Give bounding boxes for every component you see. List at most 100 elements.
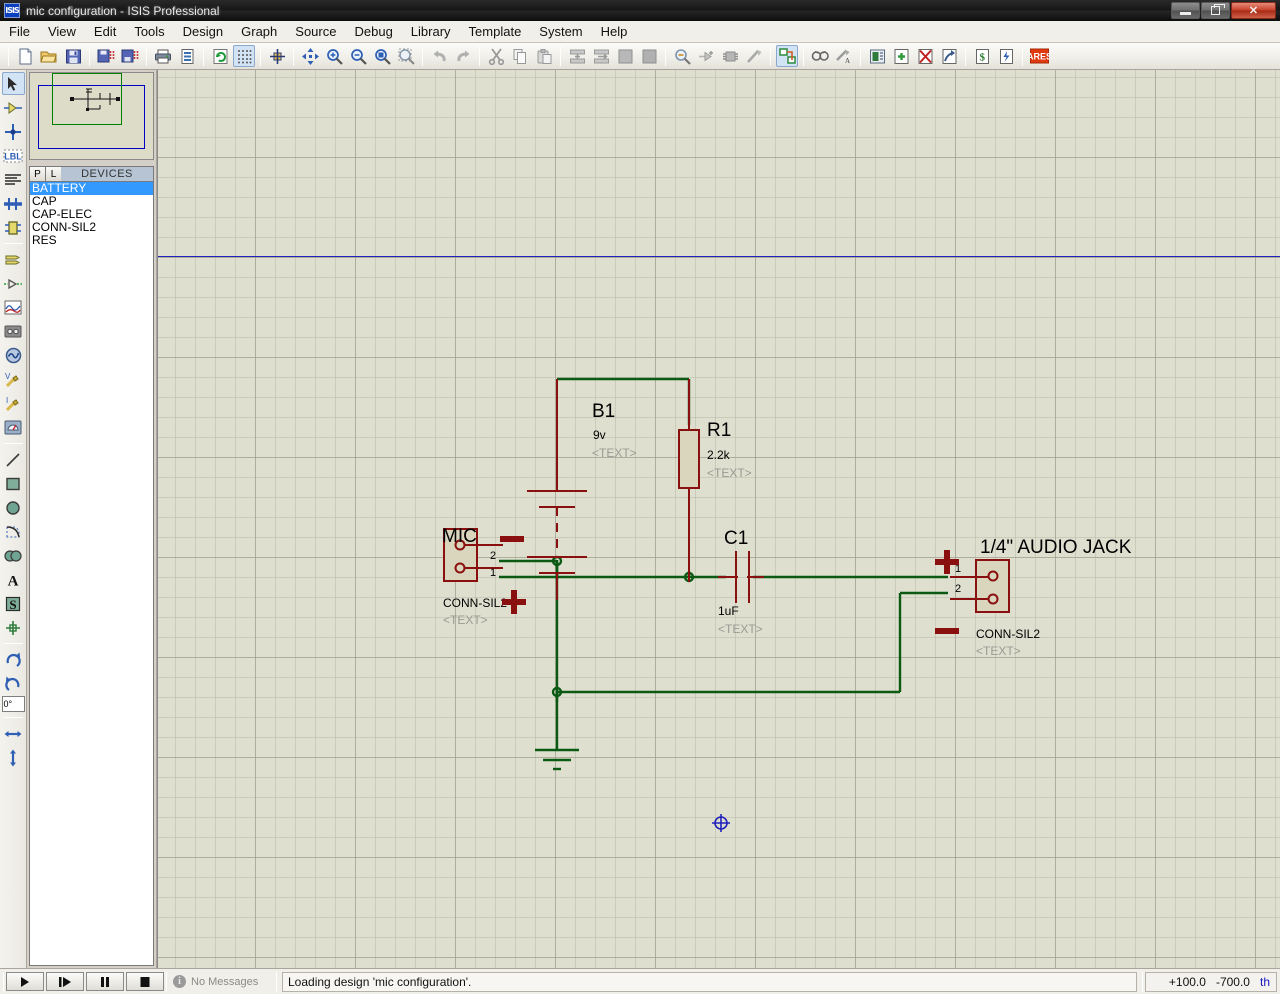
save-design-icon[interactable] — [62, 45, 84, 67]
property-assign-icon[interactable]: A — [833, 45, 855, 67]
selection-mode-icon[interactable] — [1, 72, 25, 95]
device-list[interactable]: BATTERY CAP CAP-ELEC CONN-SIL2 RES — [29, 182, 154, 966]
zoom-area-icon[interactable] — [395, 45, 417, 67]
component-resistor-r1[interactable]: R1 2.2k <TEXT> — [678, 379, 752, 582]
ground-symbol[interactable] — [535, 748, 579, 771]
pause-button[interactable] — [86, 972, 124, 991]
jack-ref-label[interactable]: 1/4" AUDIO JACK — [980, 537, 1132, 558]
menu-edit[interactable]: Edit — [85, 22, 125, 41]
new-sheet-icon[interactable] — [890, 45, 912, 67]
graph-mode-icon[interactable] — [2, 296, 25, 319]
print-icon[interactable] — [152, 45, 174, 67]
2d-closed-path-icon[interactable] — [2, 544, 25, 567]
schematic-canvas[interactable]: B1 9v <TEXT> R1 2.2k <TEXT> MIC 2 1 CONN… — [157, 70, 1280, 968]
schematic-drawing[interactable]: B1 9v <TEXT> R1 2.2k <TEXT> MIC 2 1 CONN… — [158, 70, 1280, 968]
buses-mode-icon[interactable] — [2, 192, 25, 215]
refresh-icon[interactable] — [209, 45, 231, 67]
maximize-restore-button[interactable] — [1201, 2, 1230, 19]
mic-plus-marker[interactable] — [502, 590, 526, 614]
import-section-icon[interactable] — [95, 45, 117, 67]
2d-line-icon[interactable] — [2, 448, 25, 471]
new-design-icon[interactable] — [14, 45, 36, 67]
jack-value-label[interactable]: CONN-SIL2 — [976, 627, 1040, 641]
pick-device-icon[interactable] — [671, 45, 693, 67]
jack-pad-1[interactable] — [987, 570, 999, 582]
device-list-item[interactable]: RES — [30, 234, 153, 247]
component-mode-icon[interactable] — [2, 96, 25, 119]
wire-autorouter-icon[interactable] — [776, 45, 798, 67]
objects-selector-library-tab[interactable]: L — [45, 166, 61, 182]
2d-text-icon[interactable]: A — [2, 568, 25, 591]
resistor-ref-label[interactable]: R1 — [707, 420, 731, 441]
zoom-all-icon[interactable] — [371, 45, 393, 67]
packaging-tool-icon[interactable] — [719, 45, 741, 67]
zoom-in-icon[interactable] — [323, 45, 345, 67]
block-move-icon[interactable] — [590, 45, 612, 67]
capacitor-text-label[interactable]: <TEXT> — [718, 622, 763, 636]
resistor-text-label[interactable]: <TEXT> — [707, 466, 752, 480]
menu-tools[interactable]: Tools — [125, 22, 173, 41]
ares-netlist-icon[interactable]: ARES — [1028, 45, 1050, 67]
minimize-button[interactable] — [1171, 2, 1200, 19]
print-area-icon[interactable] — [176, 45, 198, 67]
virtual-instruments-mode-icon[interactable] — [2, 416, 25, 439]
terminals-mode-icon[interactable] — [2, 248, 25, 271]
paste-icon[interactable] — [533, 45, 555, 67]
mirror-vertical-icon[interactable] — [2, 746, 25, 769]
2d-circle-icon[interactable] — [2, 496, 25, 519]
subcircuit-mode-icon[interactable] — [2, 216, 25, 239]
menu-view[interactable]: View — [39, 22, 85, 41]
cut-icon[interactable] — [485, 45, 507, 67]
capacitor-ref-label[interactable]: C1 — [724, 528, 748, 549]
wire-label-mode-icon[interactable]: LBL — [2, 144, 25, 167]
battery-value-label[interactable]: 9v — [593, 428, 606, 442]
remove-sheet-icon[interactable] — [914, 45, 936, 67]
mirror-horizontal-icon[interactable] — [2, 722, 25, 745]
toggle-grid-icon[interactable] — [233, 45, 255, 67]
component-capacitor-c1[interactable]: C1 1uF <TEXT> — [718, 528, 764, 636]
redo-icon[interactable] — [452, 45, 474, 67]
2d-symbol-icon[interactable]: S — [2, 592, 25, 615]
overview-preview[interactable] — [29, 72, 154, 160]
menu-help[interactable]: Help — [592, 22, 637, 41]
block-copy-icon[interactable] — [566, 45, 588, 67]
menu-system[interactable]: System — [530, 22, 591, 41]
decompose-icon[interactable] — [743, 45, 765, 67]
mic-value-label[interactable]: CONN-SIL2 — [443, 596, 507, 610]
battery-ref-label[interactable]: B1 — [592, 401, 615, 422]
block-rotate-icon[interactable] — [614, 45, 636, 67]
tape-recorder-mode-icon[interactable] — [2, 320, 25, 343]
play-button[interactable] — [6, 972, 44, 991]
copy-icon[interactable] — [509, 45, 531, 67]
2d-markers-icon[interactable] — [2, 616, 25, 639]
objects-selector-parts-tab[interactable]: P — [29, 166, 45, 182]
generator-mode-icon[interactable] — [2, 344, 25, 367]
exit-sheet-icon[interactable] — [938, 45, 960, 67]
rotation-angle-field[interactable]: 0° — [1, 696, 25, 712]
current-probe-mode-icon[interactable]: I — [2, 392, 25, 415]
capacitor-value-label[interactable]: 1uF — [718, 604, 739, 618]
menu-library[interactable]: Library — [402, 22, 460, 41]
mic-pad-1[interactable] — [454, 562, 466, 574]
open-design-icon[interactable] — [38, 45, 60, 67]
junction-dot-mode-icon[interactable] — [2, 120, 25, 143]
rotate-anticlockwise-icon[interactable] — [2, 672, 25, 695]
jack-text-label[interactable]: <TEXT> — [976, 644, 1021, 658]
menu-graph[interactable]: Graph — [232, 22, 286, 41]
origin-icon[interactable] — [266, 45, 288, 67]
text-script-mode-icon[interactable] — [2, 168, 25, 191]
export-section-icon[interactable] — [119, 45, 141, 67]
component-audio-jack[interactable]: 1/4" AUDIO JACK 1 2 CONN-SIL2 <TEXT> — [935, 537, 1132, 658]
block-delete-icon[interactable] — [638, 45, 660, 67]
mic-ref-label[interactable]: MIC — [442, 526, 477, 547]
pan-icon[interactable] — [299, 45, 321, 67]
resistor-value-label[interactable]: 2.2k — [707, 448, 731, 462]
menu-source[interactable]: Source — [286, 22, 345, 41]
close-button[interactable]: ✕ — [1231, 2, 1276, 19]
bill-of-materials-icon[interactable]: $ — [971, 45, 993, 67]
undo-icon[interactable] — [428, 45, 450, 67]
resistor-body[interactable] — [678, 429, 700, 489]
menu-design[interactable]: Design — [174, 22, 232, 41]
menu-debug[interactable]: Debug — [345, 22, 401, 41]
message-indicator[interactable]: i No Messages — [169, 972, 274, 991]
